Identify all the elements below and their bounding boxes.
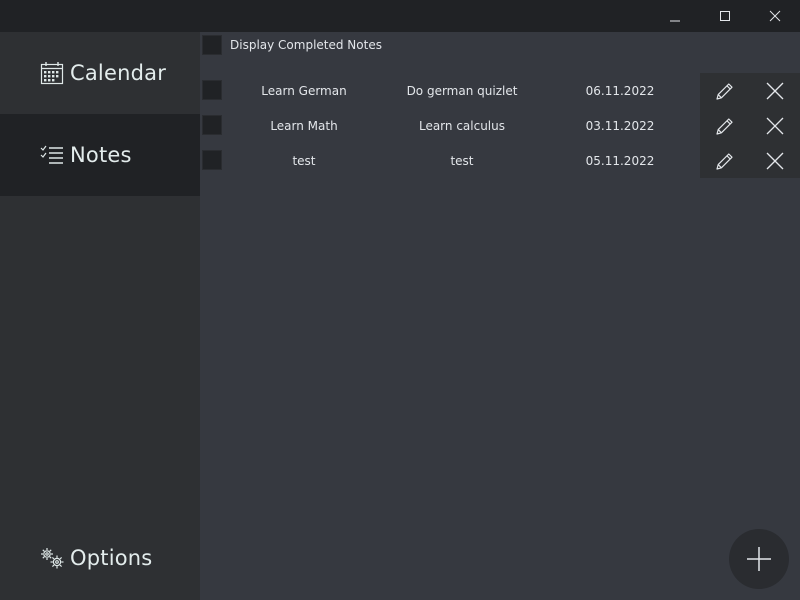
notes-panel: Display Completed Notes Learn German Do … <box>200 32 800 600</box>
edit-note-button[interactable] <box>700 73 750 108</box>
sidebar: Calendar Notes Options <box>0 32 200 600</box>
close-icon <box>766 117 784 134</box>
pencil-icon <box>716 82 733 100</box>
maximize-icon <box>720 11 730 21</box>
app-window: Calendar Notes Options Display Completed… <box>0 0 800 600</box>
title-bar[interactable] <box>0 0 800 32</box>
display-completed-toggle: Display Completed Notes <box>200 32 800 58</box>
edit-note-button[interactable] <box>700 143 750 178</box>
close-icon <box>769 10 781 22</box>
note-title: Learn Math <box>270 118 338 133</box>
note-date: 06.11.2022 <box>585 83 655 98</box>
sidebar-item-notes[interactable]: Notes <box>0 114 200 196</box>
note-complete-checkbox[interactable] <box>202 115 222 135</box>
add-note-button[interactable] <box>729 529 789 589</box>
sidebar-item-label: Calendar <box>70 61 167 85</box>
note-actions <box>700 73 800 178</box>
note-title: test <box>292 153 316 168</box>
delete-note-button[interactable] <box>750 143 800 178</box>
sidebar-item-label: Notes <box>70 143 132 167</box>
table-row: Learn Math Learn calculus 03.11.2022 <box>200 108 700 143</box>
edit-note-button[interactable] <box>700 108 750 143</box>
close-icon <box>766 152 784 169</box>
note-description: test <box>450 153 474 168</box>
maximize-button[interactable] <box>700 0 750 32</box>
note-complete-checkbox[interactable] <box>202 80 222 100</box>
sidebar-item-options[interactable]: Options <box>0 517 200 599</box>
note-description: Learn calculus <box>418 118 506 133</box>
calendar-icon <box>40 61 64 85</box>
plus-icon <box>747 547 771 571</box>
note-date: 05.11.2022 <box>585 153 655 168</box>
sidebar-item-label: Options <box>70 546 153 570</box>
pencil-icon <box>716 152 733 170</box>
delete-note-button[interactable] <box>750 108 800 143</box>
close-button[interactable] <box>750 0 800 32</box>
sidebar-item-calendar[interactable]: Calendar <box>0 32 200 114</box>
note-date: 03.11.2022 <box>585 118 655 133</box>
display-completed-checkbox[interactable] <box>202 35 222 55</box>
delete-note-button[interactable] <box>750 73 800 108</box>
table-row: test test 05.11.2022 <box>200 143 700 178</box>
note-description: Do german quizlet <box>406 83 518 98</box>
gears-icon <box>40 546 64 570</box>
minimize-button[interactable] <box>650 0 700 32</box>
close-icon <box>766 82 784 99</box>
checklist-icon <box>40 143 64 167</box>
table-row: Learn German Do german quizlet 06.11.202… <box>200 73 700 108</box>
note-title: Learn German <box>261 83 347 98</box>
pencil-icon <box>716 117 733 135</box>
display-completed-label: Display Completed Notes <box>230 38 382 52</box>
note-complete-checkbox[interactable] <box>202 150 222 170</box>
minimize-icon <box>670 20 680 22</box>
